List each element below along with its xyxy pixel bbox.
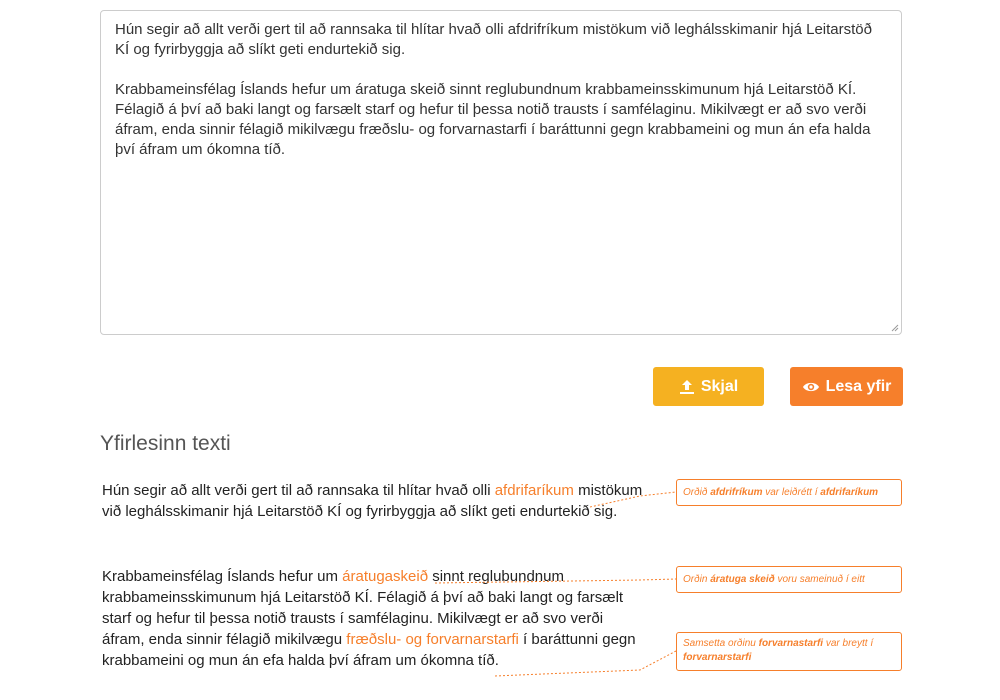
output-paragraph-1: Hún segir að allt verði gert til að rann… (102, 480, 647, 522)
note-corrected-word: afdrifaríkum (820, 487, 879, 498)
upload-button-label: Skjal (700, 377, 739, 395)
note-original-word: forvarnastarfi (758, 638, 824, 649)
output-paragraph-2: Krabbameinsfélag Íslands hefur um áratug… (102, 566, 647, 671)
note-text: voru sameinuð í eitt (774, 574, 865, 585)
input-paragraph-2: Krabbameinsfélag Íslands hefur um áratug… (115, 81, 871, 158)
correction-note[interactable]: Orðin áratuga skeið voru sameinuð í eitt (676, 566, 902, 593)
output-text: Hún segir að allt verði gert til að rann… (102, 482, 495, 499)
note-corrected-word: forvarnarstarfi (683, 652, 752, 663)
proofread-button-label: Lesa yfir (825, 377, 892, 395)
input-paragraph-1: Hún segir að allt verði gert til að rann… (115, 21, 872, 58)
note-original-word: afdrifríkum (710, 487, 763, 498)
eye-icon (802, 382, 819, 391)
note-text: Orðin (683, 574, 711, 585)
upload-icon (679, 379, 694, 394)
text-input-area[interactable]: Hún segir að allt verði gert til að rann… (100, 10, 902, 335)
note-text: var breytt í (823, 638, 874, 649)
correction-highlight[interactable]: áratugaskeið (342, 568, 428, 585)
proofread-button[interactable]: Lesa yfir (790, 367, 903, 406)
proofread-text-heading: Yfirlesinn texti (100, 432, 231, 455)
correction-highlight[interactable]: afdrifaríkum (495, 482, 574, 499)
resize-handle-icon[interactable] (891, 324, 899, 332)
output-text: Krabbameinsfélag Íslands hefur um (102, 568, 343, 585)
note-text: Orðið (683, 487, 711, 498)
correction-note[interactable]: Samsetta orðinu forvarnastarfi var breyt… (676, 632, 902, 671)
note-original-word: áratuga skeið (710, 574, 775, 585)
correction-highlight[interactable]: fræðslu- og forvarnarstarfi (346, 631, 519, 648)
upload-file-button[interactable]: Skjal (653, 367, 764, 406)
note-text: Samsetta orðinu (683, 638, 759, 649)
correction-note[interactable]: Orðið afdrifríkum var leiðrétt í afdrifa… (676, 479, 902, 506)
note-text: var leiðrétt í (762, 487, 821, 498)
